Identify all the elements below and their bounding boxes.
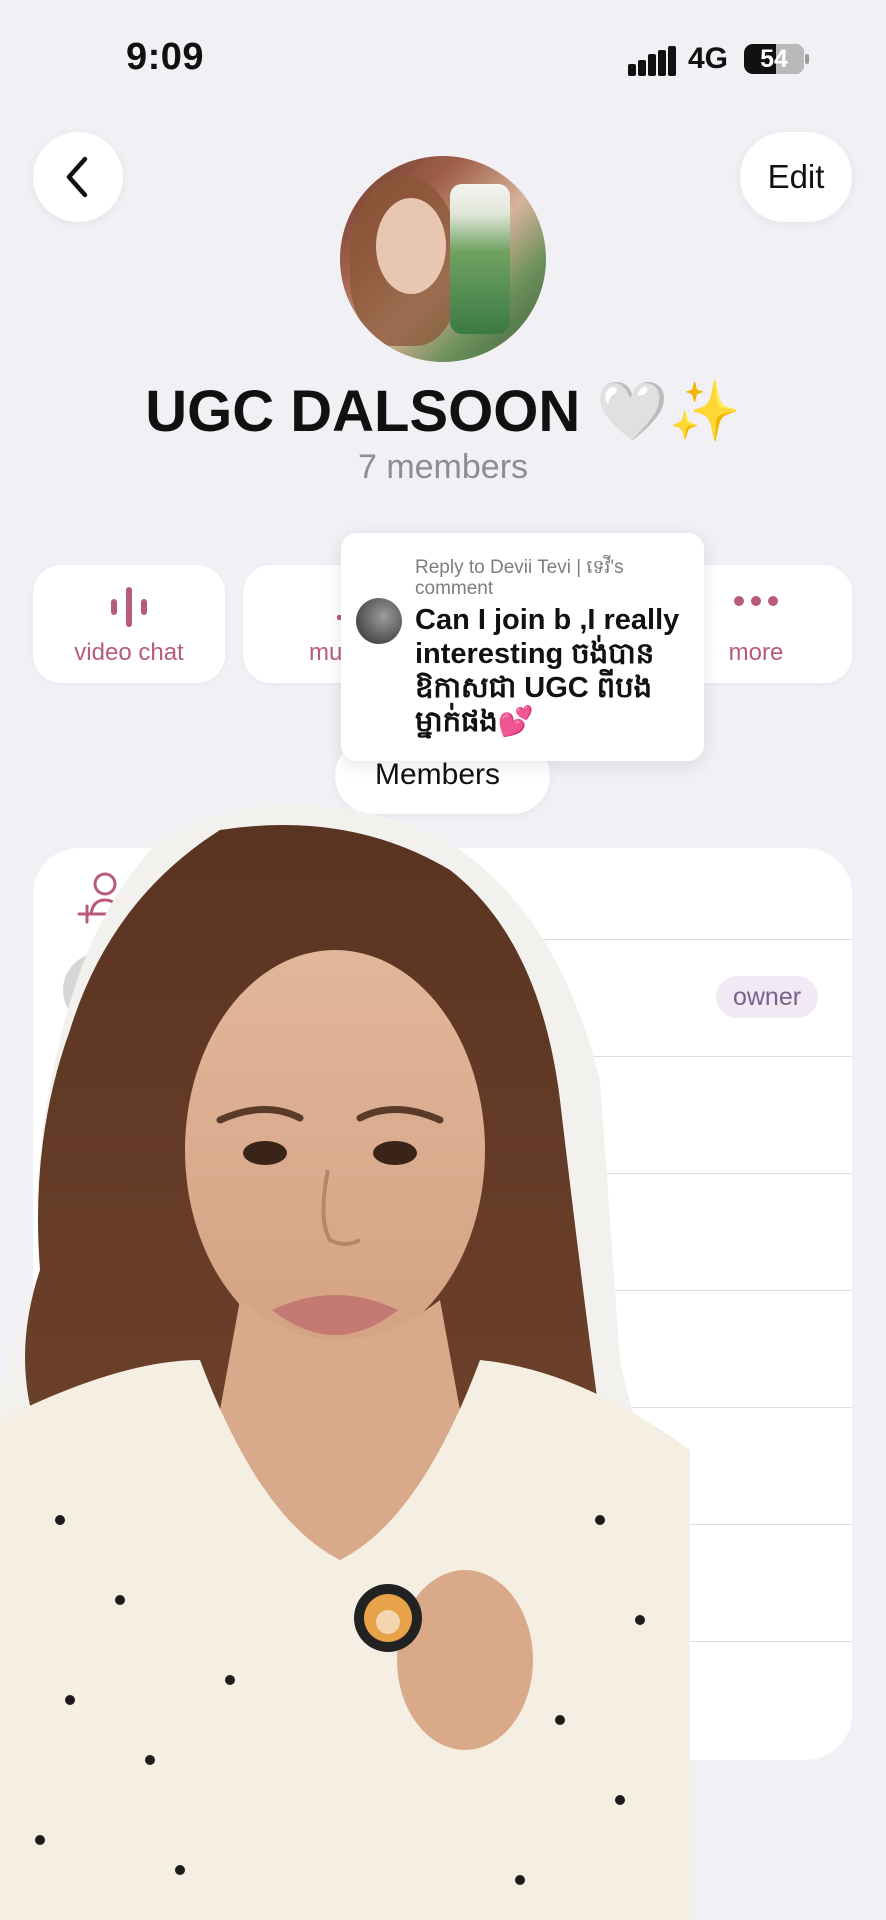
reply-comment-card[interactable]: Reply to Devii Tevi | ទេវី's comment Can… [341,533,704,761]
network-label: 4G [688,42,729,75]
commenter-avatar [356,598,402,644]
status-bar: 9:09 4G 54 [0,0,886,120]
ellipsis-icon [734,596,778,606]
chevron-left-icon [66,156,88,198]
group-title: UGC DALSOON 🤍✨ [145,379,741,444]
owner-badge: owner [716,976,818,1018]
reply-text: Can I join b ,I really interesting ចង់បា… [415,604,680,738]
battery-icon: 54 [744,44,804,74]
member-count: 7 members [357,448,529,486]
video-chat-button[interactable]: video chat [33,565,225,683]
members-label: Members [375,758,501,791]
waveform-icon [111,587,147,627]
signal-icon [628,46,676,76]
video-chat-label: video chat [74,639,184,666]
edit-button[interactable]: Edit [740,132,852,222]
reply-header: Reply to Devii Tevi | ទេវី's comment [415,557,624,599]
creator-video-overlay [0,805,690,1920]
battery-cap [805,54,809,64]
back-button[interactable] [33,132,123,222]
status-time: 9:09 [126,36,205,78]
group-avatar[interactable] [340,156,546,362]
battery-level: 54 [760,45,788,73]
